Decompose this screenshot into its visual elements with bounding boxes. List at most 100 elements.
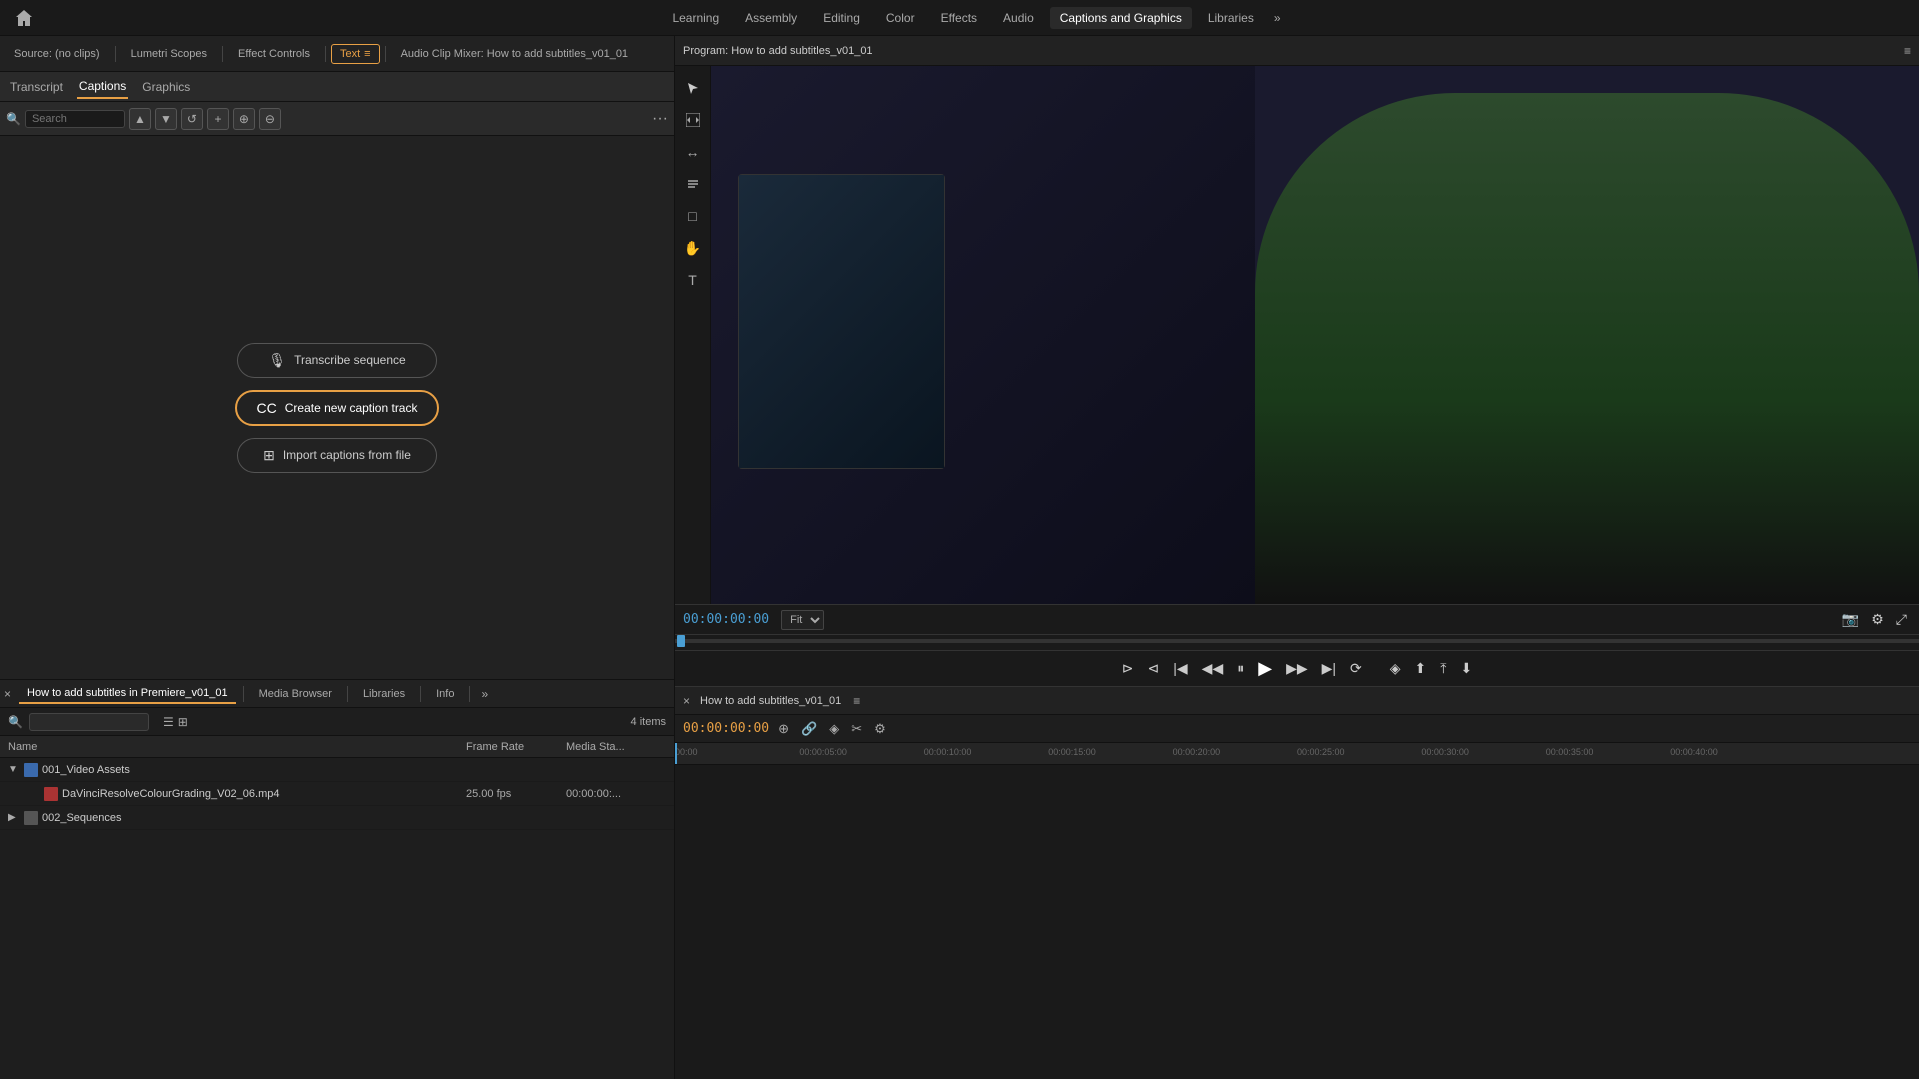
toolbar-refresh-btn[interactable]: ↺: [181, 108, 203, 130]
fullscreen-icon[interactable]: ⤢: [1892, 607, 1911, 632]
tl-btn-markers[interactable]: ◈: [826, 719, 842, 739]
toolbar-up-btn[interactable]: ▲: [129, 108, 151, 130]
btn-step-fwd[interactable]: ▶▶: [1282, 656, 1312, 681]
import-captions-btn[interactable]: ⊞ Import captions from file: [237, 438, 437, 473]
col-header-framerate[interactable]: Frame Rate: [466, 741, 566, 753]
toolbar-merge-btn[interactable]: ⊖: [259, 108, 281, 130]
timeline-close-icon[interactable]: ×: [683, 694, 690, 708]
toolbar-split-btn[interactable]: ⊕: [233, 108, 255, 130]
fit-dropdown[interactable]: Fit: [781, 610, 824, 630]
tl-btn-linked[interactable]: 🔗: [798, 719, 820, 739]
export-frame-icon[interactable]: 📷: [1838, 607, 1863, 632]
expand-icon-1[interactable]: ▼: [8, 764, 24, 775]
sub-tab-transcript[interactable]: Transcript: [8, 76, 65, 98]
monitor-timecode[interactable]: 00:00:00:00: [683, 612, 769, 627]
monitor-scrubber[interactable]: [675, 634, 1919, 650]
project-tab-project[interactable]: How to add subtitles in Premiere_v01_01: [19, 684, 236, 704]
monitor-body: ↔ □ ✋ T: [675, 66, 1919, 604]
btn-export[interactable]: ⬇: [1456, 656, 1476, 681]
tab-effect-controls[interactable]: Effect Controls: [228, 44, 320, 64]
sub-tab-graphics[interactable]: Graphics: [140, 76, 192, 98]
tab-source[interactable]: Source: (no clips): [4, 44, 110, 64]
tab-lumetri[interactable]: Lumetri Scopes: [121, 44, 217, 64]
workspace-libraries[interactable]: Libraries: [1198, 7, 1264, 29]
toolbar-add-btn[interactable]: +: [207, 108, 229, 130]
btn-add-marker[interactable]: ◈: [1386, 656, 1405, 681]
video-screen: [738, 174, 945, 470]
btn-stop[interactable]: ⏸: [1233, 656, 1248, 681]
project-row-sequences[interactable]: ▶ 002_Sequences: [0, 806, 674, 830]
workspace-editing[interactable]: Editing: [813, 7, 870, 29]
workspace-effects[interactable]: Effects: [931, 7, 987, 29]
btn-mark-in[interactable]: ⊳: [1118, 656, 1138, 681]
btn-step-back[interactable]: ◀◀: [1198, 656, 1228, 681]
project-row-video-assets[interactable]: ▼ 001_Video Assets: [0, 758, 674, 782]
create-caption-track-btn[interactable]: CC Create new caption track: [235, 390, 440, 426]
tl-btn-settings[interactable]: ⚙: [871, 719, 889, 739]
project-content: 🔍 ☰ ⊞ 4 items Name Frame Rate Media Sta.…: [0, 708, 674, 1079]
project-header-bar: 🔍 ☰ ⊞ 4 items: [0, 708, 674, 736]
tool-move[interactable]: [679, 106, 707, 134]
tool-type[interactable]: T: [679, 266, 707, 294]
tl-btn-magnet[interactable]: ⊕: [775, 719, 792, 739]
project-tab-media-browser[interactable]: Media Browser: [251, 685, 340, 703]
tab-text[interactable]: Text ≡: [331, 44, 380, 64]
tab-audio-clip-mixer[interactable]: Audio Clip Mixer: How to add subtitles_v…: [391, 44, 638, 64]
ruler-mark-3: 00:00:15:00: [1048, 747, 1096, 757]
row-label-sequences: 002_Sequences: [42, 812, 466, 824]
toolbar-more-btn[interactable]: ···: [652, 110, 668, 128]
timeline-menu-icon[interactable]: ≡: [853, 694, 860, 708]
btn-extract[interactable]: ⤒: [1436, 656, 1450, 681]
ruler-mark-8: 00:00:40:00: [1670, 747, 1718, 757]
captions-search-input[interactable]: [25, 110, 125, 128]
col-header-name[interactable]: Name: [8, 741, 466, 753]
monitor-menu-icon[interactable]: ≡: [1904, 44, 1911, 58]
home-button[interactable]: [10, 4, 38, 32]
project-tab-libraries[interactable]: Libraries: [355, 685, 413, 703]
tool-rotate[interactable]: [679, 170, 707, 198]
video-person-silhouette: [1255, 93, 1919, 604]
workspace-captions-graphics[interactable]: Captions and Graphics: [1050, 7, 1192, 29]
project-icon-grid[interactable]: ⊞: [178, 715, 188, 729]
btn-loop[interactable]: ⟳: [1346, 656, 1366, 681]
text-tab-menu-icon[interactable]: ≡: [364, 48, 370, 60]
workspace-audio[interactable]: Audio: [993, 7, 1044, 29]
btn-mark-out[interactable]: ⊲: [1144, 656, 1164, 681]
btn-lift[interactable]: ⬆: [1411, 656, 1431, 681]
transcribe-sequence-btn[interactable]: 🎙 Transcribe sequence: [237, 343, 437, 378]
settings-icon[interactable]: ⚙: [1867, 607, 1888, 632]
timeline-playhead[interactable]: [675, 743, 677, 764]
project-tabs-more-icon[interactable]: »: [477, 683, 492, 705]
captions-toolbar: 🔍 ▲ ▼ ↺ + ⊕ ⊖ ···: [0, 102, 674, 136]
workspace-color[interactable]: Color: [876, 7, 925, 29]
project-tab-info[interactable]: Info: [428, 685, 462, 703]
folder-icon-sequences: [24, 811, 38, 825]
btn-goto-out[interactable]: ▶|: [1318, 656, 1340, 681]
right-panel: Program: How to add subtitles_v01_01 ≡ ↔: [675, 36, 1919, 1079]
timeline-ruler[interactable]: 00:00 00:00:05:00 00:00:10:00 00:00:15:0…: [675, 743, 1919, 765]
workspace-more-icon[interactable]: »: [1270, 7, 1285, 29]
project-row-video-file[interactable]: DaVinciResolveColourGrading_V02_06.mp4 2…: [0, 782, 674, 806]
timeline-ruler-content: 00:00 00:00:05:00 00:00:10:00 00:00:15:0…: [675, 743, 1919, 1079]
scrubber-playhead[interactable]: [677, 635, 685, 647]
tl-btn-razor[interactable]: ✂: [848, 719, 865, 739]
tool-hand[interactable]: ✋: [679, 234, 707, 262]
tool-ripple[interactable]: ↔: [679, 138, 707, 166]
sub-tab-captions[interactable]: Captions: [77, 75, 128, 99]
tool-select-box[interactable]: □: [679, 202, 707, 230]
timeline-timecode[interactable]: 00:00:00:00: [683, 721, 769, 736]
project-icon-list[interactable]: ☰: [163, 715, 174, 729]
project-item-count: 4 items: [631, 716, 666, 728]
col-header-mediastat[interactable]: Media Sta...: [566, 741, 666, 753]
toolbar-down-btn[interactable]: ▼: [155, 108, 177, 130]
project-search-input[interactable]: [29, 713, 149, 731]
expand-icon-3[interactable]: ▶: [8, 812, 24, 823]
timeline-controls: 00:00:00:00 ⊕ 🔗 ◈ ✂ ⚙: [675, 715, 1919, 743]
btn-goto-in[interactable]: |◀: [1169, 656, 1191, 681]
project-close-icon[interactable]: ×: [4, 687, 11, 701]
workspace-assembly[interactable]: Assembly: [735, 7, 807, 29]
sub-tabs: Transcript Captions Graphics: [0, 72, 674, 102]
tool-selection[interactable]: [679, 74, 707, 102]
btn-play[interactable]: ▶: [1254, 654, 1276, 683]
workspace-learning[interactable]: Learning: [662, 7, 729, 29]
